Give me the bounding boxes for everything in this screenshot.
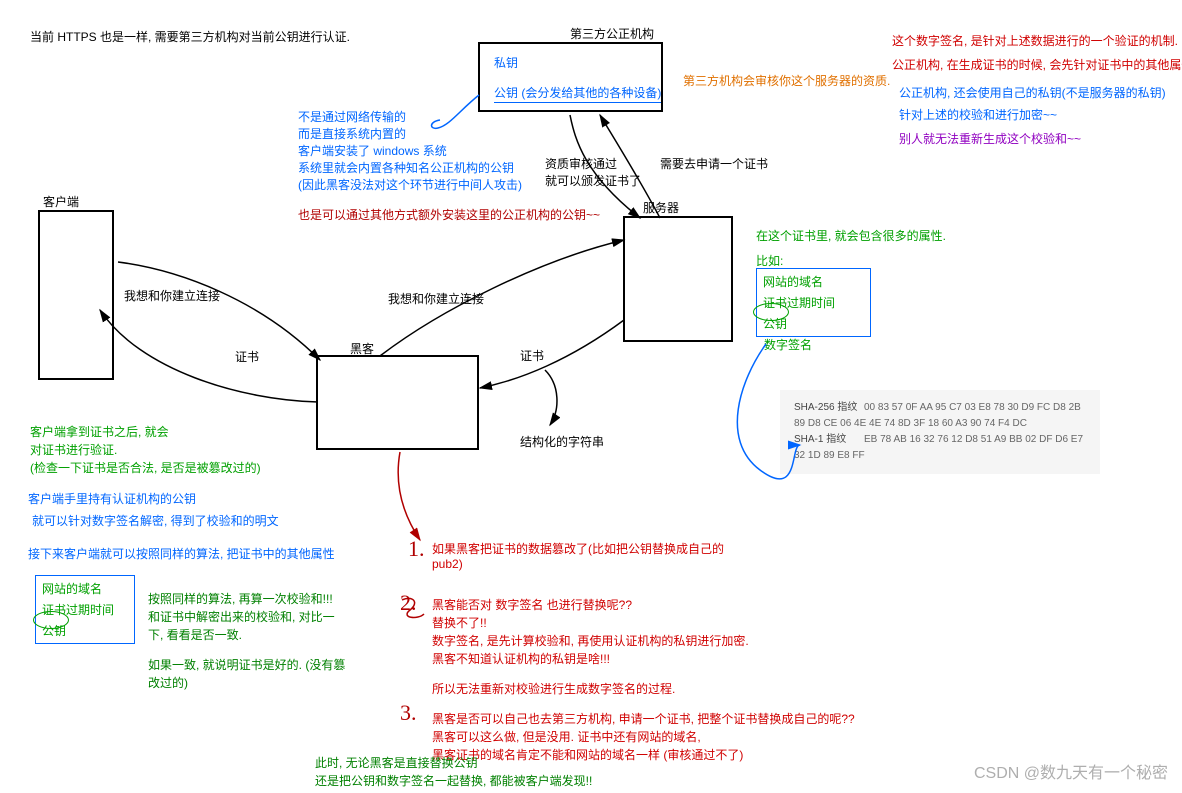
lg2-2: 和证书中解密出来的校验和, 对比一 bbox=[148, 608, 335, 625]
client-box bbox=[38, 210, 114, 380]
svg-text:3.: 3. bbox=[400, 700, 417, 725]
lg2-5: 改过的) bbox=[148, 674, 188, 691]
lg2-1: 按照同样的算法, 再算一次校验和!!! bbox=[148, 590, 333, 607]
client-label: 客户端 bbox=[43, 193, 79, 210]
rn3: 公正机构, 还会使用自己的私钥(不是服务器的私钥) bbox=[899, 84, 1166, 101]
lb2: 就可以针对数字签名解密, 得到了校验和的明文 bbox=[32, 512, 279, 529]
bn3: 客户端安装了 windows 系统 bbox=[298, 142, 447, 159]
rb-q2d: 黑客不知道认证机构的私钥是啥!!! bbox=[432, 650, 610, 667]
cc-domain: 网站的域名 bbox=[763, 273, 864, 290]
rb-q3b: 黑客可以这么做, 但是没用. 证书中还有网站的域名, bbox=[432, 728, 701, 745]
bn4: 系统里就会内置各种知名公正机构的公钥 bbox=[298, 159, 514, 176]
third-party-box: 私钥 公钥 (会分发给其他的各种设备) bbox=[478, 42, 663, 112]
audit1: 资质审核通过 bbox=[545, 155, 617, 172]
svg-text:2.: 2. bbox=[400, 590, 417, 615]
cc-sig: 数字签名 bbox=[764, 336, 812, 353]
bg1: 此时, 无论黑客是直接替换公钥 bbox=[315, 754, 478, 771]
rn4: 针对上述的校验和进行加密~~ bbox=[899, 106, 1057, 123]
bn1: 不是通过网络传输的 bbox=[298, 108, 406, 125]
watermark: CSDN @数九天有一个秘密 bbox=[974, 759, 1168, 783]
red-extra: 也是可以通过其他方式额外安装这里的公正机构的公钥~~ bbox=[298, 206, 600, 223]
rb-q3a: 黑客是否可以自己也去第三方机构, 申请一个证书, 把整个证书替换成自己的呢?? bbox=[432, 710, 855, 727]
conn-left: 我想和你建立连接 bbox=[124, 287, 220, 304]
bg2: 还是把公钥和数字签名一起替换, 都能被客户端发现!! bbox=[315, 772, 592, 789]
rb-q3c: 黑客证书的域名肯定不能和网站的域名一样 (审核通过不了) bbox=[432, 746, 743, 763]
cc-eg: 比如: bbox=[756, 252, 783, 269]
bn2: 而是直接系统内置的 bbox=[298, 125, 406, 142]
cert-r: 证书 bbox=[520, 347, 544, 364]
cc-title: 在这个证书里, 就会包含很多的属性. bbox=[756, 227, 946, 244]
audit2: 就可以颁发证书了 bbox=[545, 172, 641, 189]
rb-q2a: 黑客能否对 数字签名 也进行替换呢?? bbox=[432, 596, 632, 613]
lg1: 客户端拿到证书之后, 就会 bbox=[30, 423, 169, 440]
lg2-4: 如果一致, 就说明证书是好的. (没有篡 bbox=[148, 656, 345, 673]
rb-q2c: 数字签名, 是先计算校验和, 再使用认证机构的私钥进行加密. bbox=[432, 632, 749, 649]
top-note: 当前 HTTPS 也是一样, 需要第三方机构对当前公钥进行认证. bbox=[30, 28, 350, 45]
fingerprint-box: SHA-256 指纹00 83 57 0F AA 95 C7 03 E8 78 … bbox=[780, 390, 1100, 474]
lg2: 对证书进行验证. bbox=[30, 441, 117, 458]
rb-q2b: 替换不了!! bbox=[432, 614, 487, 631]
server-label: 服务器 bbox=[643, 199, 679, 216]
lg2-3: 下, 看看是否一致. bbox=[148, 626, 242, 643]
rn1: 这个数字签名, 是针对上述数据进行的一个验证的机制. bbox=[892, 32, 1178, 49]
rn2: 公正机构, 在生成证书的时候, 会先针对证书中的其他属性, 生 bbox=[892, 56, 1182, 73]
rb-q2e: 所以无法重新对校验进行生成数字签名的过程. bbox=[432, 680, 675, 697]
sc-domain: 网站的域名 bbox=[42, 580, 128, 597]
lb3: 接下来客户端就可以按照同样的算法, 把证书中的其他属性 bbox=[28, 545, 335, 562]
hacker-box bbox=[316, 355, 479, 450]
rb-q1a: 如果黑客把证书的数据篡改了(比如把公钥替换成自己的 bbox=[432, 540, 724, 557]
bn5: (因此黑客没法对这个环节进行中间人攻击) bbox=[298, 176, 522, 193]
sha256-lbl: SHA-256 指纹 bbox=[794, 400, 864, 416]
orange-note: 第三方机构会审核你这个服务器的资质. bbox=[683, 72, 890, 89]
lb1: 客户端手里持有认证机构的公钥 bbox=[28, 490, 196, 507]
pubkey-circle-1 bbox=[753, 303, 789, 321]
tp-pubkey: 公钥 (会分发给其他的各种设备) bbox=[494, 84, 661, 103]
rb-q1b: pub2) bbox=[432, 557, 463, 571]
struct: 结构化的字符串 bbox=[520, 433, 604, 450]
pubkey-circle-2 bbox=[33, 611, 69, 629]
server-box bbox=[623, 216, 733, 342]
tp-privkey: 私钥 bbox=[494, 54, 518, 71]
third-party-title: 第三方公正机构 bbox=[570, 25, 654, 42]
cert-l: 证书 bbox=[235, 348, 259, 365]
sha1-lbl: SHA-1 指纹 bbox=[794, 432, 864, 448]
svg-text:1.: 1. bbox=[408, 536, 425, 561]
small-cert-left: 网站的域名 证书过期时间 公钥 bbox=[35, 575, 135, 644]
lg3: (检查一下证书是否合法, 是否是被篡改过的) bbox=[30, 459, 261, 476]
apply: 需要去申请一个证书 bbox=[660, 155, 768, 172]
conn-right: 我想和你建立连接 bbox=[388, 290, 484, 307]
rn5: 别人就无法重新生成这个校验和~~ bbox=[899, 130, 1081, 147]
